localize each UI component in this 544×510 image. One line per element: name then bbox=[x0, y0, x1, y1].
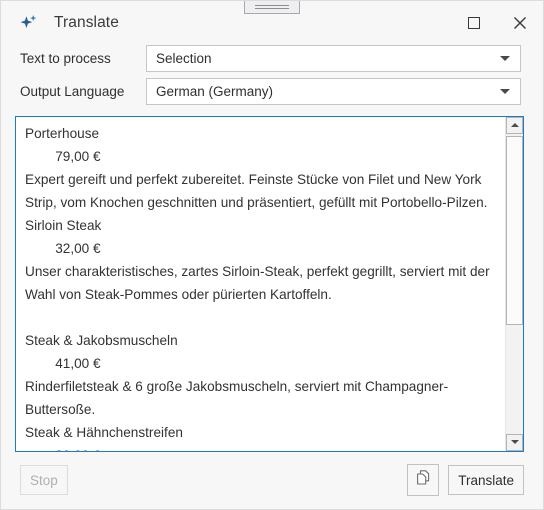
output-language-label: Output Language bbox=[20, 83, 125, 99]
footer-bar: Stop Translate bbox=[1, 452, 543, 509]
output-language-value: German (Germany) bbox=[156, 83, 274, 99]
stop-button[interactable]: Stop bbox=[20, 465, 68, 496]
row-output-language: Output Language German (Germany) bbox=[1, 77, 543, 105]
output-language-dropdown[interactable]: German (Germany) bbox=[146, 77, 521, 105]
chevron-down-icon bbox=[500, 88, 510, 94]
text-to-process-label: Text to process bbox=[20, 51, 111, 67]
translate-button[interactable]: Translate bbox=[448, 465, 524, 496]
drag-handle-line bbox=[255, 5, 289, 6]
maximize-icon[interactable] bbox=[451, 1, 497, 45]
vertical-scrollbar[interactable] bbox=[505, 116, 523, 451]
scroll-down-icon[interactable] bbox=[506, 433, 523, 451]
chevron-down-icon bbox=[500, 56, 510, 62]
text-to-process-value: Selection bbox=[156, 51, 212, 67]
translate-window: Translate Text to process Selection Outp… bbox=[0, 0, 544, 510]
scrollbar-track[interactable] bbox=[506, 133, 523, 434]
text-to-process-dropdown[interactable]: Selection bbox=[146, 45, 521, 73]
close-icon[interactable] bbox=[497, 1, 543, 45]
copy-button[interactable] bbox=[407, 464, 440, 497]
translation-text[interactable]: Porterhouse 79,00 € Expert gereift und p… bbox=[16, 117, 505, 451]
drag-handle-line bbox=[255, 8, 289, 9]
scrollbar-thumb[interactable] bbox=[506, 135, 523, 325]
row-text-to-process: Text to process Selection bbox=[1, 45, 543, 73]
sparkle-icon bbox=[19, 13, 39, 33]
scroll-up-icon[interactable] bbox=[506, 116, 523, 134]
translation-textarea[interactable]: Porterhouse 79,00 € Expert gereift und p… bbox=[15, 115, 524, 452]
window-controls bbox=[451, 1, 543, 45]
drag-handle[interactable] bbox=[244, 1, 300, 14]
copy-icon bbox=[414, 469, 433, 491]
page-title: Translate bbox=[54, 14, 119, 31]
